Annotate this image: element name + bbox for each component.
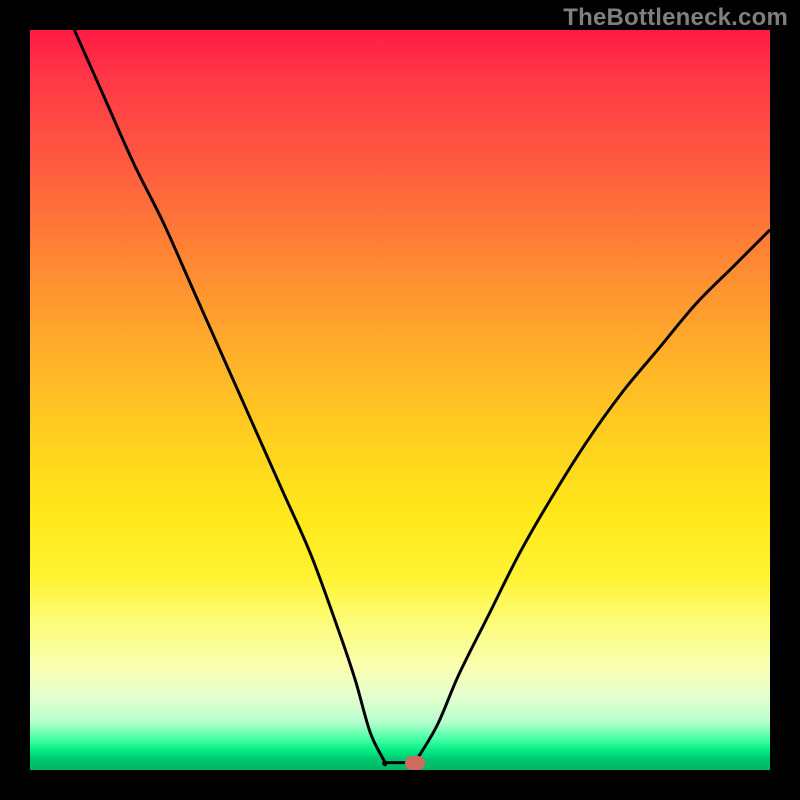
chart-frame: TheBottleneck.com: [0, 0, 800, 800]
plot-area: [30, 30, 770, 770]
watermark-text: TheBottleneck.com: [563, 4, 788, 32]
optimum-marker: [405, 756, 425, 770]
bottleneck-curve: [30, 30, 770, 770]
curve-path: [74, 30, 770, 765]
